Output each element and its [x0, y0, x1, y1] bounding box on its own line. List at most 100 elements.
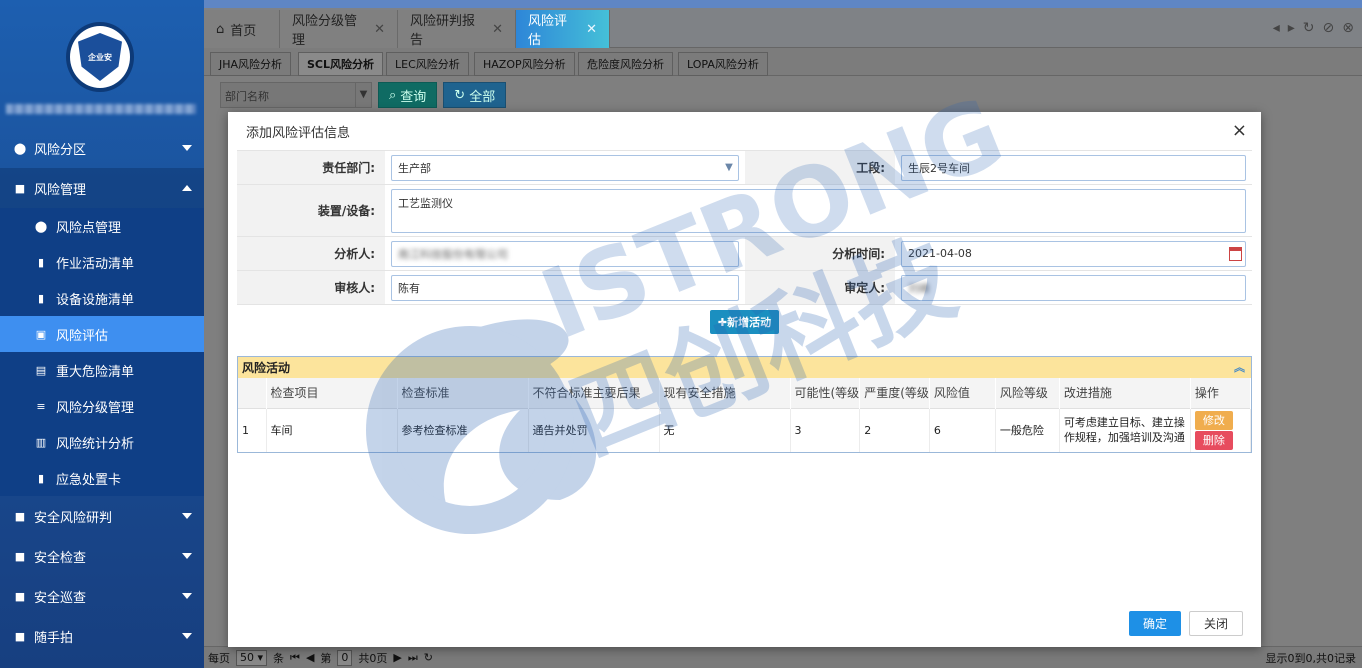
menu-risk-zone[interactable]: ⬤ 风险分区	[0, 128, 204, 168]
form-row: 装置/设备: 工艺监测仪	[237, 185, 1252, 237]
edit-button[interactable]: 修改	[1194, 410, 1233, 430]
section-input[interactable]: 生辰2号车间	[901, 154, 1246, 181]
collapse-icon[interactable]: ︽	[1234, 359, 1245, 375]
dept-label: 责任部门:	[237, 151, 385, 184]
close-all-icon[interactable]: ⊗	[1342, 20, 1354, 36]
calendar-icon[interactable]	[1229, 246, 1242, 261]
confirm-button[interactable]: 确定	[1129, 611, 1181, 636]
folder-icon: ■	[14, 181, 26, 195]
sidebar-item-activity-list[interactable]: ▮ 作业活动清单	[0, 244, 204, 280]
delete-button[interactable]: 删除	[1194, 430, 1233, 450]
subtab-hazop[interactable]: HAZOP风险分析	[474, 52, 575, 76]
panel-header: 风险活动 ︽	[238, 357, 1251, 378]
calendar-check-icon: ▣	[35, 327, 47, 341]
menu-risk-management[interactable]: ■ 风险管理	[0, 168, 204, 208]
file-icon: ▮	[37, 291, 45, 305]
subtab-lopa[interactable]: LOPA风险分析	[678, 52, 768, 76]
sidebar-item-risk-grading[interactable]: ≡ 风险分级管理	[0, 388, 204, 424]
folder-icon: ■	[14, 629, 26, 643]
sidebar-item-risk-statistics[interactable]: ▥ 风险统计分析	[0, 424, 204, 460]
approver-label: 审定人:	[745, 271, 895, 304]
refresh-icon[interactable]: ↻	[1303, 20, 1315, 36]
column-header: 改进措施	[1059, 378, 1191, 408]
column-header: 严重度(等级	[859, 378, 930, 408]
sidebar-item-risk-assessment[interactable]: ▣ 风险评估	[0, 316, 204, 352]
add-activity-button[interactable]: ✚新增活动	[709, 310, 780, 334]
form-row: 审核人: 陈有 审定人: 刘峰	[237, 271, 1252, 305]
query-button[interactable]: ⌕ 查询	[378, 82, 438, 108]
last-page-icon[interactable]: ⏭	[408, 651, 418, 665]
close-icon[interactable]: ✕	[374, 22, 385, 37]
list-icon: ▤	[35, 363, 47, 377]
chevron-down-icon	[182, 553, 192, 559]
subtab-jha[interactable]: JHA风险分析	[210, 52, 292, 76]
next-page-icon[interactable]: ▶	[393, 651, 401, 664]
subtab-scl[interactable]: SCL风险分析	[298, 52, 384, 76]
dialog-title: 添加风险评估信息	[246, 126, 351, 141]
department-select[interactable]: 生产部 ▼	[391, 154, 739, 181]
close-icon[interactable]: ✕	[586, 22, 597, 37]
chevron-down-icon	[182, 145, 192, 151]
company-name-blurred	[6, 104, 196, 114]
menu-label: 风险分区	[34, 142, 87, 158]
submenu-risk-management: ⬤ 风险点管理 ▮ 作业活动清单 ▮ 设备设施清单 ▣ 风险评估 ▤ 重大危险清单 ≡ 风险…	[0, 208, 204, 496]
sidebar-item-risk-point[interactable]: ⬤ 风险点管理	[0, 208, 204, 244]
analyst-input[interactable]: 南江科技股份有限公司	[391, 240, 739, 267]
subtab-hazard-degree[interactable]: 危险度风险分析	[578, 52, 673, 76]
approver-input[interactable]: 刘峰	[901, 274, 1246, 301]
tab-home[interactable]: ⌂ 首页	[204, 10, 280, 48]
column-header: 现有安全措施	[659, 378, 791, 408]
page-number-input[interactable]: 0	[337, 649, 353, 666]
sidebar-item-emergency-card[interactable]: ▮ 应急处置卡	[0, 460, 204, 496]
column-header: 不符合标准主要后果	[528, 378, 660, 408]
reviewer-input[interactable]: 陈有	[391, 274, 739, 301]
database-icon: ≡	[36, 399, 46, 413]
pin-icon: ⬤	[34, 219, 48, 233]
column-header: 可能性(等级	[790, 378, 861, 408]
page-size-select[interactable]: 50 ▾	[236, 649, 268, 666]
column-header: 检查标准	[397, 378, 529, 408]
menu-label: 风险管理	[34, 182, 87, 198]
close-icon[interactable]: ×	[1232, 120, 1247, 141]
tab-risk-grading[interactable]: 风险分级管理 ✕	[280, 10, 398, 48]
department-select[interactable]: 部门名称 ▼	[220, 82, 372, 108]
subtab-lec[interactable]: LEC风险分析	[386, 52, 469, 76]
close-icon[interactable]: ✕	[492, 22, 503, 37]
prev-page-icon[interactable]: ◀	[306, 651, 314, 664]
pagination-bar: 每页 50 ▾ 条 ⏮ ◀ 第 0 共0页 ▶ ⏭ ↻ 显示0到0,共0记录	[204, 646, 1362, 668]
menu-snapshot[interactable]: ■ 随手拍	[0, 616, 204, 656]
folder-icon: ■	[14, 549, 26, 563]
close-button[interactable]: 关闭	[1189, 611, 1243, 636]
reviewer-label: 审核人:	[237, 271, 385, 304]
menu-safety-inspection[interactable]: ■ 安全检查	[0, 536, 204, 576]
file-icon: ▮	[37, 471, 45, 485]
stop-icon[interactable]: ⊘	[1323, 20, 1335, 36]
chevron-down-icon	[182, 593, 192, 599]
first-page-icon[interactable]: ⏮	[290, 651, 300, 665]
chevron-down-icon: ▼	[355, 83, 371, 107]
analysis-date-input[interactable]: 2021-04-08	[901, 240, 1246, 267]
chevron-down-icon: ▼	[725, 161, 733, 173]
device-label: 装置/设备:	[237, 185, 385, 236]
sidebar: 企业安 ⬤ 风险分区 ■ 风险管理 ⬤ 风险点管理 ▮ 作业活动清单 ▮ 设备设施清单…	[0, 0, 204, 668]
shield-icon: 企业安	[78, 33, 122, 81]
prev-tab-icon[interactable]: ◂	[1273, 20, 1280, 36]
column-header: 操作	[1190, 378, 1252, 408]
assessment-form: 责任部门: 生产部 ▼ 工段: 生辰2号车间 装置/设备: 工艺监测仪 分析人:…	[237, 150, 1252, 339]
sidebar-item-equipment-list[interactable]: ▮ 设备设施清单	[0, 280, 204, 316]
time-label: 分析时间:	[745, 237, 895, 270]
menu-safety-patrol[interactable]: ■ 安全巡查	[0, 576, 204, 616]
bar-chart-icon: ▥	[35, 435, 47, 449]
show-all-button[interactable]: ↻ 全部	[443, 82, 507, 108]
tab-risk-assessment[interactable]: 风险评估 ✕	[516, 10, 610, 48]
table-row: 1 车间 参考检查标准 通告并处罚 无 3 2 6 一般危险 可考虑建立目标、建…	[238, 407, 1252, 452]
sidebar-item-major-hazard[interactable]: ▤ 重大危险清单	[0, 352, 204, 388]
reload-icon[interactable]: ↻	[424, 651, 433, 664]
next-tab-icon[interactable]: ▸	[1288, 20, 1295, 36]
chevron-down-icon	[182, 513, 192, 519]
menu-safety-risk-judgement[interactable]: ■ 安全风险研判	[0, 496, 204, 536]
device-textarea[interactable]: 工艺监测仪	[391, 188, 1246, 233]
tab-risk-report[interactable]: 风险研判报告 ✕	[398, 10, 516, 48]
chevron-down-icon	[182, 633, 192, 639]
column-header: 检查项目	[266, 378, 398, 408]
